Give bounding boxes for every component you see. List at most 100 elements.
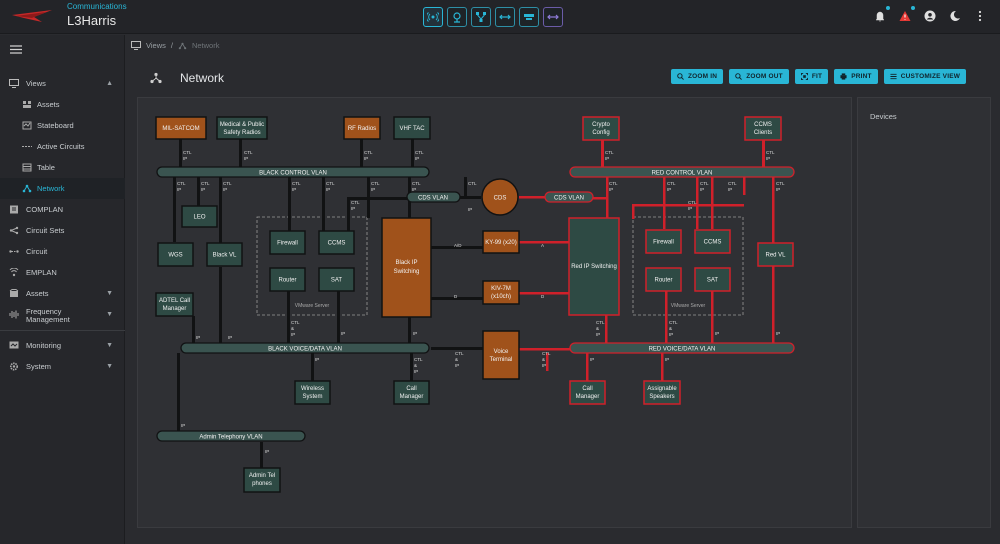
topology-view-button[interactable] (471, 7, 491, 27)
svg-text:A: A (541, 243, 544, 248)
sidebar-item-monitoring[interactable]: Monitoring ▼ (0, 335, 125, 356)
sidebar-item-assets[interactable]: Assets ▼ (0, 283, 125, 304)
zoom-in-button[interactable]: ZOOM IN (671, 69, 724, 84)
node-ccms-red-label: CCMS (704, 240, 722, 246)
print-button[interactable]: PRINT (834, 69, 878, 84)
complan-icon (10, 205, 18, 214)
breadcrumb-views-link[interactable]: Views (146, 41, 166, 50)
sidebar-item-table[interactable]: Table (0, 157, 125, 178)
sidebar-item-circuit[interactable]: Circuit (0, 241, 125, 262)
user-icon (924, 10, 936, 22)
gear-icon (9, 362, 19, 371)
node-kiv7m[interactable] (482, 280, 520, 305)
svg-text:CTL: CTL (201, 181, 210, 186)
vmware-server-red-label: VMware Server (671, 303, 706, 309)
node-router-black-label: Router (278, 278, 296, 284)
l3harris-logo-icon (12, 10, 52, 22)
node-ccms-clients-label-1: CCMS (754, 122, 772, 128)
node-crypto-config[interactable] (582, 116, 620, 141)
node-call-manager-red[interactable] (569, 380, 606, 405)
node-crypto-config-label-1: Crypto (592, 122, 610, 128)
black-control-vlan-label: BLACK CONTROL VLAN (259, 171, 327, 177)
network-icon (150, 72, 162, 84)
svg-text:CTL: CTL (667, 181, 676, 186)
breadcrumb-separator: / (170, 41, 173, 50)
sidebar-item-label: Assets (26, 289, 49, 298)
svg-text:IP: IP (265, 449, 269, 454)
node-wireless-system[interactable] (294, 380, 331, 405)
svg-text:IP: IP (766, 156, 770, 161)
svg-text:IP: IP (590, 357, 594, 362)
svg-text:CTL: CTL (605, 150, 614, 155)
customize-view-button[interactable]: CUSTOMIZE VIEW (883, 69, 967, 84)
hamburger-menu-icon[interactable] (10, 45, 22, 54)
node-ccms-clients[interactable] (744, 116, 782, 141)
more-menu-button[interactable] (974, 9, 986, 22)
sidebar-item-circuit-sets[interactable]: Circuit Sets (0, 220, 125, 241)
node-assignable-speakers[interactable] (643, 380, 681, 405)
sidebar-item-views[interactable]: Views ▲ (0, 73, 125, 94)
sidebar-item-assets-view[interactable]: Assets (0, 94, 125, 115)
chevron-down-icon: ▼ (106, 311, 113, 318)
node-firewall-red-label: Firewall (653, 240, 674, 246)
list-icon (890, 73, 897, 80)
node-call-manager-black[interactable] (393, 380, 430, 405)
red-control-vlan-label: RED CONTROL VLAN (652, 171, 713, 177)
network-icon (178, 42, 187, 49)
server-view-button[interactable] (519, 7, 539, 27)
sidebar-item-complan[interactable]: COMPLAN (0, 199, 125, 220)
sidebar-item-stateboard[interactable]: Stateboard (0, 115, 125, 136)
svg-text:IP: IP (412, 187, 416, 192)
fit-button[interactable]: FIT (794, 69, 829, 84)
sidebar-item-label: Circuit Sets (26, 226, 65, 235)
node-ccms-black-label: CCMS (328, 241, 346, 247)
node-medical-radios-label-1: Medical & Public (220, 122, 264, 128)
node-call-manager-black-label-1: Call (406, 386, 416, 392)
svg-text:CTL: CTL (414, 357, 423, 362)
network-diagram[interactable]: .bk { fill: #2e4a44; stroke: #111213; st… (138, 98, 853, 529)
alerts-button[interactable] (899, 6, 915, 21)
svg-text:CTL: CTL (688, 200, 697, 205)
node-firewall-black-label: Firewall (277, 241, 298, 247)
node-call-manager-black-label-2: Manager (400, 394, 424, 400)
node-kiv7m-label-2: (x10ch) (491, 294, 511, 300)
sidebar-item-label: COMPLAN (26, 205, 64, 214)
map-view-button[interactable] (447, 7, 467, 27)
sidebar: Views ▲ Assets Stateboard Active Circuit… (0, 35, 125, 544)
svg-text:CTL: CTL (455, 351, 464, 356)
svg-text:IP: IP (228, 335, 232, 340)
split-view-button[interactable] (495, 7, 515, 27)
network-view-button[interactable] (423, 7, 443, 27)
node-sat-black-label: SAT (331, 278, 343, 284)
node-black-ip-switching[interactable] (381, 217, 432, 318)
node-speakers-label-2: Speakers (649, 394, 674, 400)
chevron-up-icon: ▲ (106, 80, 113, 87)
svg-text:CTL: CTL (542, 351, 551, 356)
notifications-button[interactable] (874, 6, 890, 22)
link-view-button[interactable] (543, 7, 563, 27)
chevron-down-icon: ▼ (106, 363, 113, 370)
theme-toggle-button[interactable] (949, 9, 961, 21)
sidebar-item-frequency-management[interactable]: Frequency Management ▼ (0, 304, 125, 328)
svg-text:IP: IP (181, 423, 185, 428)
sidebar-item-network[interactable]: Network (0, 178, 125, 199)
node-adtel-call-manager[interactable] (155, 292, 194, 317)
svg-text:IP: IP (326, 187, 330, 192)
svg-text:IP: IP (351, 206, 355, 211)
svg-text:CTL: CTL (776, 181, 785, 186)
account-button[interactable] (924, 9, 936, 22)
svg-text:IP: IP (371, 187, 375, 192)
circuit-icon (9, 250, 19, 253)
svg-text:&: & (291, 326, 294, 331)
node-admin-tel-phones[interactable] (243, 467, 281, 493)
alert-dot-icon (911, 6, 915, 10)
sidebar-item-system[interactable]: System ▼ (0, 356, 125, 377)
sidebar-item-active-circuits[interactable]: Active Circuits (0, 136, 125, 157)
breadcrumb-current: Network (191, 41, 220, 50)
network-diagram-canvas[interactable]: .bk { fill: #2e4a44; stroke: #111213; st… (137, 97, 852, 528)
node-ccms-clients-label-2: Clients (754, 130, 772, 136)
zoom-out-button[interactable]: ZOOM OUT (729, 69, 789, 84)
node-voice-terminal[interactable] (482, 330, 520, 380)
node-mil-satcom-label: MIL-SATCOM (162, 126, 199, 132)
sidebar-item-emplan[interactable]: EMPLAN (0, 262, 125, 283)
